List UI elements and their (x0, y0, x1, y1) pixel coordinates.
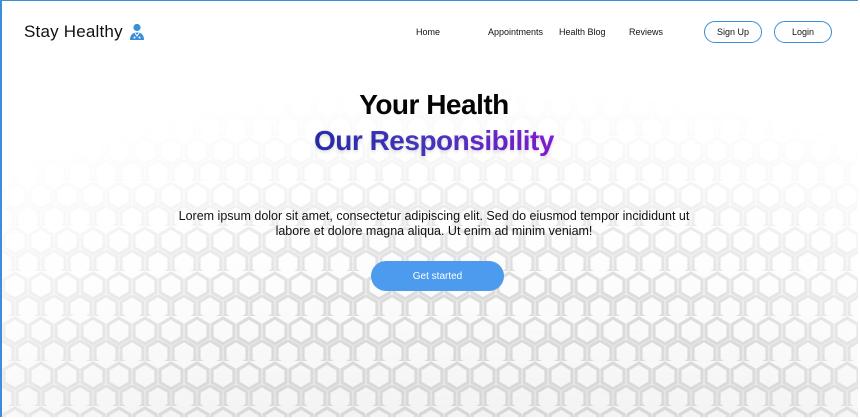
doctor-icon (129, 23, 144, 40)
nav-link-appointments[interactable]: Appointments (488, 27, 543, 37)
hero-description: Lorem ipsum dolor sit amet, consectetur … (178, 209, 690, 238)
login-button[interactable]: Login (774, 21, 832, 43)
top-navbar: Stay Healthy Home Appointments Health Bl… (2, 1, 858, 65)
get-started-button[interactable]: Get started (371, 261, 504, 291)
brand-logo[interactable]: Stay Healthy (24, 22, 145, 42)
nav-link-home[interactable]: Home (416, 27, 440, 37)
sign-up-button[interactable]: Sign Up (704, 21, 762, 43)
nav-link-health-blog[interactable]: Health Blog (559, 27, 606, 37)
hero-title-line-1: Your Health (359, 89, 509, 120)
brand-name: Stay Healthy (24, 22, 123, 41)
hero-title-gradient-text: Our Responsibility (314, 125, 554, 156)
page-frame: Stay Healthy Home Appointments Health Bl… (0, 0, 858, 417)
nav-link-reviews[interactable]: Reviews (629, 27, 663, 37)
hero-title-line-2: Our Responsibility (2, 125, 858, 157)
